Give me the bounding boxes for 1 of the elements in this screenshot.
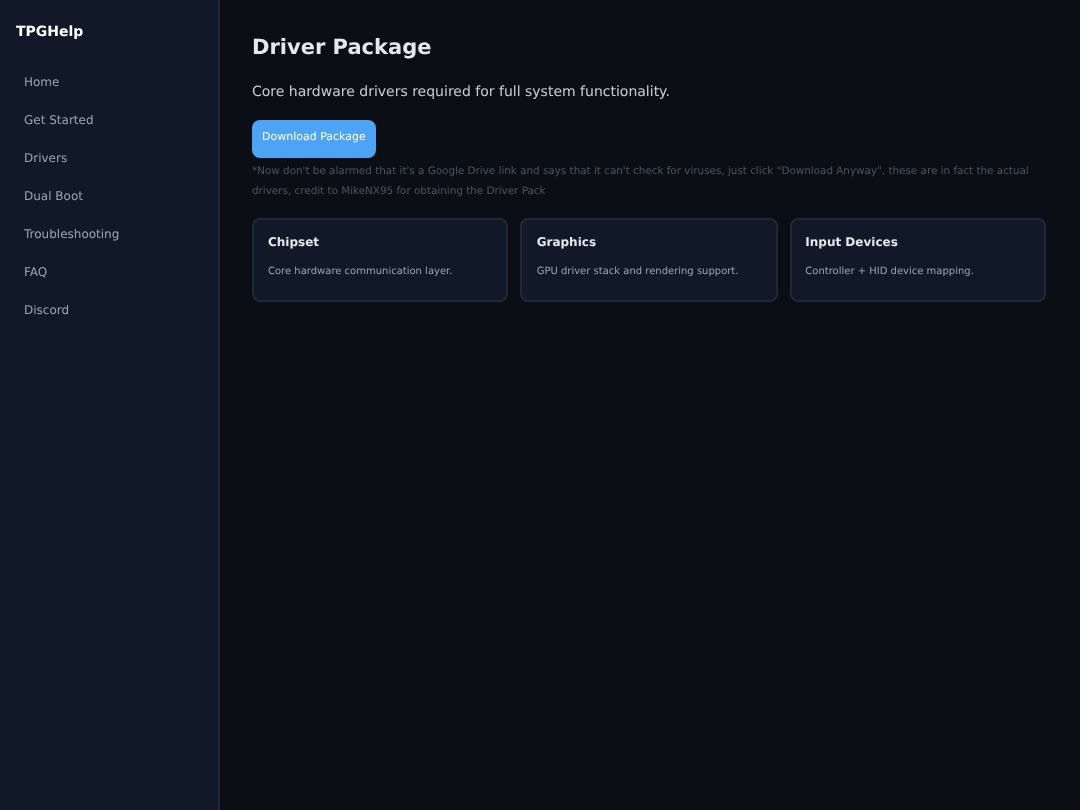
page-title: Driver Package <box>252 34 434 64</box>
